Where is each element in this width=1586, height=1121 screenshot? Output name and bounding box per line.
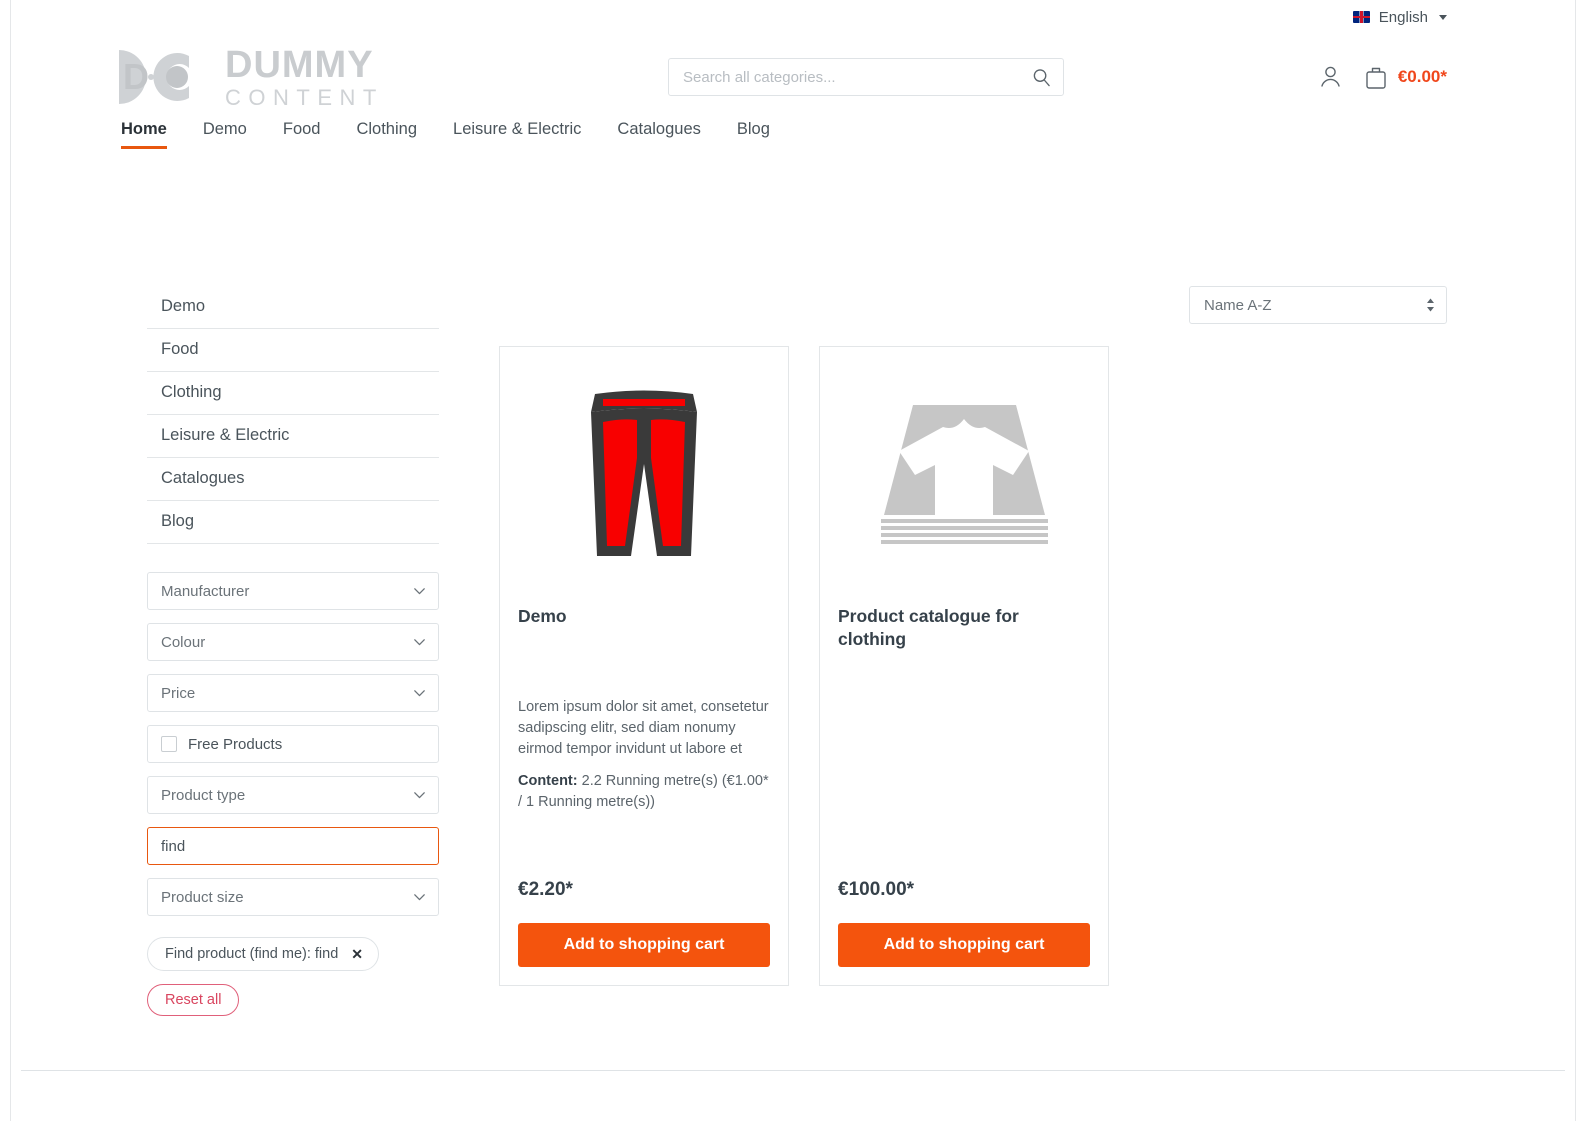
product-image[interactable] xyxy=(820,347,1108,587)
header-actions: €0.00* xyxy=(1319,65,1447,90)
filter-checkbox-free-products[interactable]: Free Products xyxy=(147,725,439,763)
svg-text:D: D xyxy=(123,56,149,97)
product-body: Product catalogue for clothing €100.00* xyxy=(820,587,1108,923)
footer-divider xyxy=(21,1070,1565,1071)
main-navigation: Home Demo Food Clothing Leisure & Electric Ca… xyxy=(11,120,1575,168)
card-spacer xyxy=(518,813,770,879)
filter-label: Manufacturer xyxy=(161,582,250,600)
reset-all-button[interactable]: Reset all xyxy=(147,984,240,1016)
dc-logo-icon: D xyxy=(119,50,189,104)
filter-dropdown-product-type[interactable]: Product type xyxy=(147,776,439,814)
add-to-cart-button[interactable]: Add to shopping cart xyxy=(518,923,770,967)
product-card[interactable]: Demo Lorem ipsum dolor sit amet, consetet… xyxy=(499,346,789,986)
product-grid: Demo Lorem ipsum dolor sit amet, consetet… xyxy=(499,346,1447,986)
sort-row: Name A-Z xyxy=(499,286,1447,324)
filter-label: Product type xyxy=(161,786,246,804)
product-content-info: Content: 2.2 Running metre(s) (€1.00* / … xyxy=(518,771,770,813)
nav-item-home[interactable]: Home xyxy=(111,120,185,149)
product-body: Demo Lorem ipsum dolor sit amet, consetet… xyxy=(500,587,788,923)
nav-item-leisure-electric[interactable]: Leisure & Electric xyxy=(435,120,599,149)
product-footer: Add to shopping cart xyxy=(500,923,788,985)
site-header: D DUMMY CONTENT Search all categories...… xyxy=(11,34,1575,120)
sidebar-category-demo[interactable]: Demo xyxy=(147,286,439,329)
sidebar-category-leisure-electric[interactable]: Leisure & Electric xyxy=(147,415,439,458)
filter-input-find[interactable]: find xyxy=(147,827,439,865)
card-spacer xyxy=(838,697,1090,879)
product-description: Lorem ipsum dolor sit amet, consetetur s… xyxy=(518,699,769,758)
chevron-down-icon xyxy=(414,587,425,594)
nav-item-blog[interactable]: Blog xyxy=(719,120,788,149)
filter-dropdown-price[interactable]: Price xyxy=(147,674,439,712)
sidebar-category-food[interactable]: Food xyxy=(147,329,439,372)
filter-panel: Manufacturer Colour Price Free Products Prod… xyxy=(139,572,439,916)
filter-dropdown-product-size[interactable]: Product size xyxy=(147,878,439,916)
chevron-down-icon xyxy=(414,638,425,645)
add-to-cart-button[interactable]: Add to shopping cart xyxy=(838,923,1090,967)
product-title[interactable]: Demo xyxy=(518,605,770,697)
search-box[interactable] xyxy=(668,58,1064,96)
sidebar: Demo Food Clothing Leisure & Electric Catalo… xyxy=(139,286,439,1016)
close-icon[interactable]: ✕ xyxy=(351,947,363,961)
nav-item-food[interactable]: Food xyxy=(265,120,339,149)
chevron-down-icon xyxy=(414,893,425,900)
product-card[interactable]: Product catalogue for clothing €100.00* Ad… xyxy=(819,346,1109,986)
sidebar-category-blog[interactable]: Blog xyxy=(147,501,439,544)
sidebar-category-clothing[interactable]: Clothing xyxy=(147,372,439,415)
language-label: English xyxy=(1378,8,1428,26)
product-price: €100.00* xyxy=(838,879,915,900)
red-trousers-icon xyxy=(591,390,697,556)
active-filter-chip[interactable]: Find product (find me): find ✕ xyxy=(147,937,380,971)
logo-wordmark: DUMMY CONTENT xyxy=(225,46,384,109)
product-footer: Add to shopping cart xyxy=(820,923,1108,985)
checkbox-free-products[interactable] xyxy=(161,736,177,752)
user-account-icon[interactable] xyxy=(1319,65,1342,89)
product-title[interactable]: Product catalogue for clothing xyxy=(838,605,1090,697)
product-image[interactable] xyxy=(500,347,788,587)
logo-primary-text: DUMMY xyxy=(225,43,374,86)
filter-label: Product size xyxy=(161,888,244,906)
cart-button[interactable]: €0.00* xyxy=(1364,65,1447,90)
sort-select[interactable]: Name A-Z xyxy=(1189,286,1447,324)
cart-total-amount: €0.00* xyxy=(1397,67,1447,86)
nav-item-demo[interactable]: Demo xyxy=(185,120,265,149)
active-filter-label: Find product (find me): find xyxy=(165,946,339,962)
search-container xyxy=(668,58,1064,96)
sidebar-category-catalogues[interactable]: Catalogues xyxy=(147,458,439,501)
product-content-label: Content: xyxy=(518,773,578,790)
search-input[interactable] xyxy=(681,67,1032,87)
filter-input-value[interactable]: find xyxy=(161,838,185,855)
logo-secondary-text: CONTENT xyxy=(225,84,384,110)
nav-item-catalogues[interactable]: Catalogues xyxy=(599,120,718,149)
language-selector[interactable]: English xyxy=(1352,8,1447,26)
chevron-down-icon xyxy=(1439,14,1447,20)
page-frame: English D DUMMY CONTENT Search all categ… xyxy=(10,0,1576,1121)
nav-item-clothing[interactable]: Clothing xyxy=(338,120,435,149)
page-content: Demo Food Clothing Leisure & Electric Catalo… xyxy=(11,168,1575,1016)
filter-label: Price xyxy=(161,684,196,702)
chevron-down-icon xyxy=(414,689,425,696)
product-price: €2.20* xyxy=(518,879,573,900)
chevron-down-icon xyxy=(414,791,425,798)
sort-updown-icon xyxy=(1426,298,1435,312)
top-utility-bar: English xyxy=(11,0,1575,34)
search-icon[interactable] xyxy=(1032,68,1051,87)
filter-dropdown-manufacturer[interactable]: Manufacturer xyxy=(147,572,439,610)
catalogue-tshirt-icon xyxy=(880,405,1048,544)
filter-dropdown-colour[interactable]: Colour xyxy=(147,623,439,661)
sort-selected-value: Name A-Z xyxy=(1204,296,1272,314)
uk-flag-icon xyxy=(1352,11,1370,23)
filter-label: Free Products xyxy=(188,735,283,753)
product-listing: Name A-Z Demo Lorem ipsum dolor sit amet,… xyxy=(439,286,1447,986)
category-list: Demo Food Clothing Leisure & Electric Catalo… xyxy=(139,286,439,544)
site-logo[interactable]: D DUMMY CONTENT xyxy=(111,46,384,109)
filter-label: Colour xyxy=(161,633,206,651)
shopping-bag-icon xyxy=(1366,67,1386,89)
